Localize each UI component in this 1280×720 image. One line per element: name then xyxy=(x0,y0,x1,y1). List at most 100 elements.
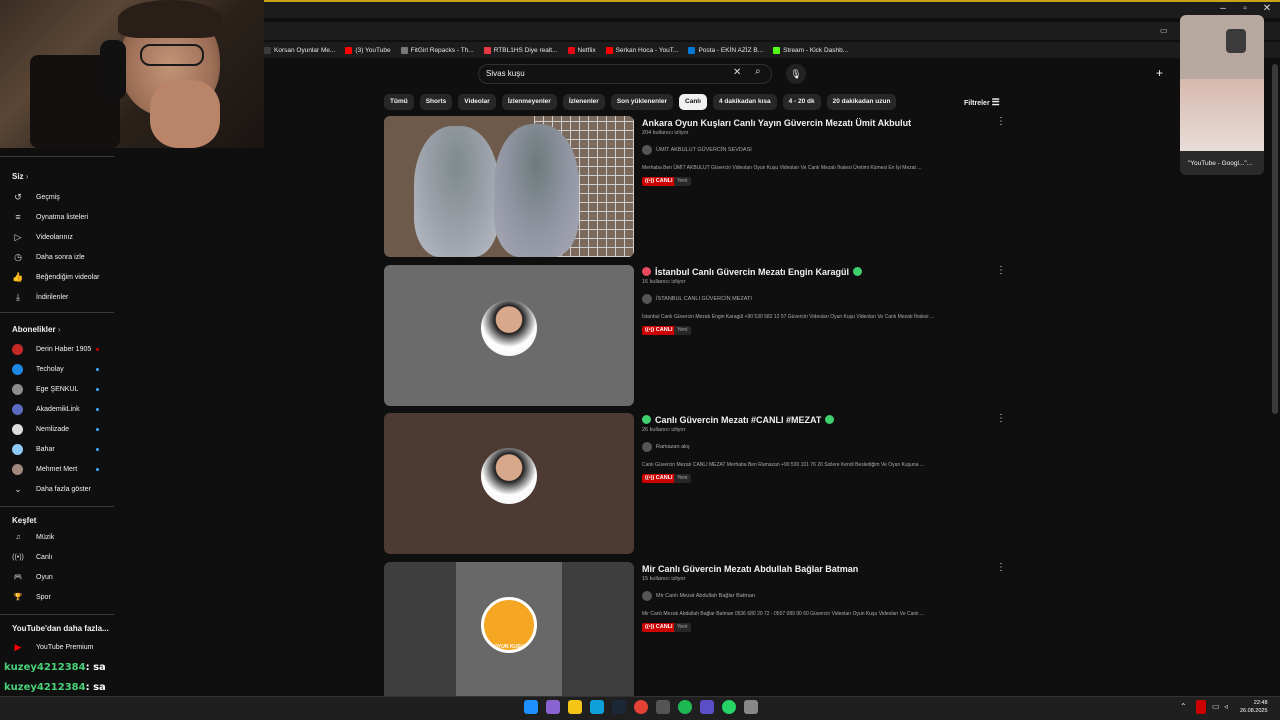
video-thumbnail[interactable] xyxy=(384,116,634,257)
sidebar-item-premium[interactable]: ▶ YouTube Premium xyxy=(0,638,118,656)
bookmark-item[interactable]: RTBL1HS Diye realt... xyxy=(483,46,558,54)
like-icon: 👍 xyxy=(12,271,24,282)
create-icon[interactable]: + xyxy=(1156,66,1163,80)
live-icon: ((•)) xyxy=(12,553,24,561)
channel-link[interactable]: Ramazan akş xyxy=(642,442,690,452)
close-window-button[interactable]: ✕ xyxy=(1256,2,1278,16)
pigeon-left xyxy=(414,126,499,257)
search-input[interactable]: Sivas kuşu xyxy=(486,69,525,78)
video-thumbnail[interactable]: OYUN KUŞU xyxy=(384,561,634,703)
sidebar-item-gaming[interactable]: 🎮 Oyun xyxy=(0,568,118,586)
file-explorer-icon[interactable] xyxy=(568,700,582,714)
sidebar-item-playlist[interactable]: ≡ Oynatma listeleri xyxy=(0,208,118,226)
clear-search-icon[interactable]: ✕ xyxy=(733,67,741,78)
sidebar-item-watch-later[interactable]: ◷ Daha sonra izle xyxy=(0,248,118,266)
sidebar-item-label: Oyun xyxy=(36,573,53,581)
filter-chip[interactable]: İzlenenler xyxy=(562,94,605,110)
minimize-button[interactable]: – xyxy=(1212,2,1234,16)
chrome-icon[interactable] xyxy=(634,700,648,714)
chat-message: kuzey4212384: sa xyxy=(4,662,106,673)
sidebar-item-music[interactable]: ♫ Müzik xyxy=(0,528,118,546)
sidebar-item-like[interactable]: 👍 Beğendiğim videolar xyxy=(0,268,118,286)
channel-link[interactable]: İSTANBUL CANLI GÜVERCİN MEZATI xyxy=(642,293,752,304)
system-clock[interactable]: 22:48 26.08.2025 xyxy=(1240,699,1268,715)
bookmark-label: (3) YouTube xyxy=(355,46,391,54)
subscription-item[interactable]: Derin Haber 1905 xyxy=(0,340,118,358)
more-actions-icon[interactable]: ⋮ xyxy=(996,413,1006,424)
volume-icon[interactable]: ◃ xyxy=(1224,702,1228,711)
obs-icon[interactable] xyxy=(700,700,714,714)
video-title[interactable]: Canlı Güvercin Mezatı #CANLI #MEZAT xyxy=(642,415,835,425)
video-title[interactable]: İstanbul Canlı Güvercin Mezatı Engin Kar… xyxy=(642,266,863,277)
subscription-item[interactable]: Nemlizade xyxy=(0,420,118,438)
app-icon[interactable] xyxy=(656,700,670,714)
sidebar-item-history[interactable]: ↺ Geçmiş xyxy=(0,188,118,206)
sidebar-item-sports[interactable]: 🏆 Spor xyxy=(0,588,118,606)
video-title[interactable]: Mir Canlı Güvercin Mezatı Abdullah Bağla… xyxy=(642,564,858,574)
filter-chip[interactable]: İzlenmeyenler xyxy=(501,94,557,110)
bookmark-item[interactable]: FitGirl Repacks - Th... xyxy=(400,46,474,54)
more-actions-icon[interactable]: ⋮ xyxy=(996,116,1006,127)
voice-search-icon[interactable]: 🎙 xyxy=(786,64,806,84)
live-badge: ((•)) CANLI xyxy=(642,622,676,632)
whatsapp-icon[interactable] xyxy=(722,700,736,714)
more-actions-icon[interactable]: ⋮ xyxy=(996,265,1006,276)
search-icon[interactable]: ⌕ xyxy=(755,66,761,77)
bookmark-label: Netflix xyxy=(577,46,596,54)
filter-chip[interactable]: Canlı xyxy=(679,94,707,110)
headphones xyxy=(100,40,126,100)
bookmark-item[interactable]: Serkan Hoca - YouT... xyxy=(605,46,678,54)
bookmark-item[interactable]: Netflix xyxy=(567,46,596,54)
sidebar-item-your-videos[interactable]: ▷ Videolarınız xyxy=(0,228,118,246)
bookmark-favicon-icon xyxy=(605,46,613,54)
show-more-button[interactable]: ⌄ Daha fazla göster xyxy=(0,480,118,498)
bookmark-item[interactable]: Posta - EKİN AZİZ B... xyxy=(688,46,763,54)
filter-chip[interactable]: Shorts xyxy=(419,94,453,110)
more-actions-icon[interactable]: ⋮ xyxy=(996,562,1006,573)
filter-chip[interactable]: Son yüklenenler xyxy=(610,94,674,110)
bookmark-item[interactable]: Stream - Kick Dashb... xyxy=(773,46,848,54)
network-icon[interactable]: ▭ xyxy=(1212,702,1220,711)
filter-chip[interactable]: 20 dakikadan uzun xyxy=(826,94,897,110)
subscription-item[interactable]: Techolay xyxy=(0,360,118,378)
sidebar-divider xyxy=(0,506,114,507)
sidebar-item-download[interactable]: ⤓ İndirilenler xyxy=(0,288,118,306)
sidebar-section-subscriptions[interactable]: Abonelikler › xyxy=(12,325,60,334)
edge-icon[interactable] xyxy=(590,700,604,714)
channel-link[interactable]: Mir Canlı Mezat Abdullah Bağlar Batman xyxy=(642,590,755,601)
video-thumbnail[interactable] xyxy=(384,264,634,406)
video-description: Merhaba Ben ÜMİT AKBULUT Güvercin Videol… xyxy=(642,165,922,171)
bookmark-item[interactable]: Korsan Oyunlar Me... xyxy=(264,46,335,54)
filter-chip[interactable]: Videolar xyxy=(458,94,496,110)
filters-button[interactable]: Filtreler ☰ xyxy=(964,97,1000,108)
live-badge: ((•)) CANLI xyxy=(642,325,676,335)
subscription-item[interactable]: Mehmet Mert xyxy=(0,460,118,478)
start-icon[interactable] xyxy=(524,700,538,714)
copilot-icon[interactable] xyxy=(546,700,560,714)
video-title[interactable]: Ankara Oyun Kuşları Canlı Yayın Güvercin… xyxy=(642,118,911,128)
subscription-item[interactable]: AkademikLink xyxy=(0,400,118,418)
live-badge: ((•)) CANLI xyxy=(642,474,676,483)
spotify-icon[interactable] xyxy=(678,700,692,714)
filter-chip[interactable]: Tümü xyxy=(384,94,414,110)
bookmark-item[interactable]: (3) YouTube xyxy=(345,46,391,54)
subscription-item[interactable]: Bahar xyxy=(0,440,118,458)
sidebar-section-you[interactable]: Siz › xyxy=(12,172,28,181)
cast-icon[interactable]: ▭ xyxy=(1160,26,1168,35)
channel-link[interactable]: ÜMİT AKBULUT GÜVERCİN SEVDASI xyxy=(642,145,752,155)
tray-chevron-icon[interactable]: ⌃ xyxy=(1180,702,1187,711)
sidebar-item-live[interactable]: ((•)) Canlı xyxy=(0,548,118,566)
settings-icon[interactable] xyxy=(744,700,758,714)
tab-preview-popup[interactable] xyxy=(1180,15,1264,175)
bookmarks-bar: Korsan Oyunlar Me... (3) YouTube FitGirl R… xyxy=(264,42,1280,58)
maximize-button[interactable]: ▫ xyxy=(1234,2,1256,16)
steam-icon[interactable] xyxy=(612,700,626,714)
subscription-item[interactable]: Ege ŞENKUL xyxy=(0,380,118,398)
scrollbar[interactable] xyxy=(1272,64,1278,414)
recording-icon[interactable] xyxy=(1196,700,1206,714)
video-thumbnail[interactable] xyxy=(384,413,634,554)
filter-chip[interactable]: 4 - 20 dk xyxy=(782,94,821,110)
channel-name: Ramazan akş xyxy=(656,444,690,450)
bookmark-label: RTBL1HS Diye realt... xyxy=(493,46,558,54)
filter-chip[interactable]: 4 dakikadan kısa xyxy=(712,94,777,110)
